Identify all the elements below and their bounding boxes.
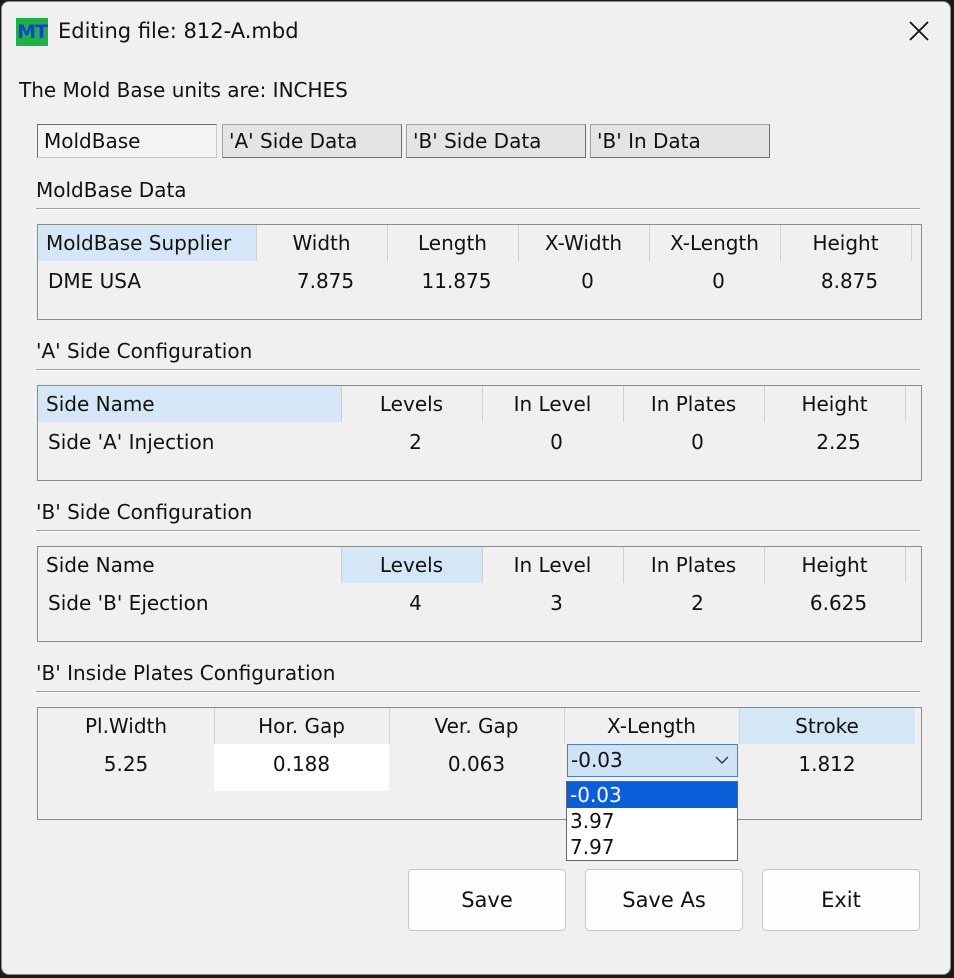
header-length[interactable]: Length: [387, 225, 518, 261]
save-as-button[interactable]: Save As: [585, 869, 743, 931]
cell-ver-gap[interactable]: 0.063: [389, 746, 564, 782]
cell-levels[interactable]: 4: [345, 585, 486, 621]
cell-stroke[interactable]: 1.812: [739, 746, 915, 782]
moldbase-section-title: MoldBase Data: [36, 178, 187, 202]
cell-supplier[interactable]: DME USA: [40, 263, 256, 299]
header-side-name[interactable]: Side Name: [38, 547, 341, 583]
column-divider: [623, 547, 624, 583]
column-divider: [780, 225, 781, 261]
dropdown-option[interactable]: 7.97: [567, 834, 737, 860]
column-divider: [739, 708, 740, 744]
moldbase-grid[interactable]: MoldBase Supplier Width Length X-Width X…: [37, 224, 922, 320]
cell-length[interactable]: 11.875: [391, 263, 522, 299]
header-x-length[interactable]: X-Length: [649, 225, 780, 261]
a-side-section-title: 'A' Side Configuration: [36, 339, 253, 363]
header-x-width[interactable]: X-Width: [518, 225, 649, 261]
cell-side-name[interactable]: Side 'B' Ejection: [40, 585, 340, 621]
column-divider: [764, 547, 765, 583]
separator: [36, 691, 920, 693]
chevron-down-icon: [715, 756, 729, 764]
dropdown-option[interactable]: -0.03: [567, 782, 737, 808]
cell-height[interactable]: 6.625: [768, 585, 909, 621]
column-divider: [387, 225, 388, 261]
cell-levels[interactable]: 2: [345, 424, 486, 460]
dropdown-option[interactable]: 3.97: [567, 808, 737, 834]
column-divider: [649, 225, 650, 261]
b-side-section-title: 'B' Side Configuration: [36, 500, 253, 524]
cell-hor-gap[interactable]: 0.188: [214, 744, 389, 791]
x-length-dropdown-list[interactable]: -0.03 3.97 7.97: [566, 781, 738, 861]
a-side-grid[interactable]: Side Name Levels In Level In Plates Heig…: [37, 385, 922, 481]
x-length-combo-value: -0.03: [571, 748, 623, 772]
separator: [36, 530, 920, 532]
column-divider: [623, 386, 624, 422]
column-divider: [905, 386, 906, 422]
header-in-level[interactable]: In Level: [482, 386, 623, 422]
exit-button[interactable]: Exit: [762, 869, 920, 931]
tab-b-side-data[interactable]: 'B' Side Data: [406, 124, 586, 158]
header-in-plates[interactable]: In Plates: [623, 547, 764, 583]
header-x-length[interactable]: X-Length: [564, 708, 739, 744]
tab-moldbase[interactable]: MoldBase: [37, 124, 217, 158]
cell-in-level[interactable]: 3: [486, 585, 627, 621]
column-divider: [764, 386, 765, 422]
header-side-name[interactable]: Side Name: [38, 386, 341, 422]
x-length-combobox[interactable]: -0.03: [567, 744, 738, 777]
column-divider: [905, 547, 906, 583]
header-levels[interactable]: Levels: [341, 386, 482, 422]
cell-x-width[interactable]: 0: [522, 263, 653, 299]
column-divider: [256, 225, 257, 261]
cell-in-plates[interactable]: 0: [627, 424, 768, 460]
column-divider: [214, 708, 215, 744]
cell-in-plates[interactable]: 2: [627, 585, 768, 621]
column-divider: [482, 547, 483, 583]
column-divider: [911, 225, 912, 261]
header-hor-gap[interactable]: Hor. Gap: [214, 708, 389, 744]
b-side-grid[interactable]: Side Name Levels In Level In Plates Heig…: [37, 546, 922, 642]
title-bar: MT Editing file: 812-A.mbd: [2, 2, 950, 60]
cell-height[interactable]: 8.875: [784, 263, 915, 299]
b-inside-grid[interactable]: Pl.Width Hor. Gap Ver. Gap X-Length Stro…: [37, 707, 922, 820]
column-divider: [341, 386, 342, 422]
cell-width[interactable]: 7.875: [260, 263, 391, 299]
header-in-level[interactable]: In Level: [482, 547, 623, 583]
close-icon: [909, 21, 929, 41]
b-inside-section-title: 'B' Inside Plates Configuration: [36, 661, 336, 685]
units-label: The Mold Base units are: INCHES: [19, 78, 348, 102]
tab-b-in-data[interactable]: 'B' In Data: [590, 124, 770, 158]
save-button[interactable]: Save: [408, 869, 566, 931]
header-stroke[interactable]: Stroke: [739, 708, 915, 744]
tab-a-side-data[interactable]: 'A' Side Data: [222, 124, 402, 158]
cell-pl-width[interactable]: 5.25: [38, 746, 214, 782]
separator: [36, 369, 920, 371]
header-ver-gap[interactable]: Ver. Gap: [389, 708, 564, 744]
header-levels[interactable]: Levels: [341, 547, 482, 583]
header-height[interactable]: Height: [764, 547, 905, 583]
column-divider: [564, 708, 565, 744]
header-height[interactable]: Height: [764, 386, 905, 422]
header-width[interactable]: Width: [256, 225, 387, 261]
header-moldbase-supplier[interactable]: MoldBase Supplier: [38, 225, 256, 261]
header-pl-width[interactable]: Pl.Width: [38, 708, 214, 744]
close-button[interactable]: [899, 14, 939, 48]
column-divider: [341, 547, 342, 583]
column-divider: [389, 708, 390, 744]
cell-side-name[interactable]: Side 'A' Injection: [40, 424, 340, 460]
cell-height[interactable]: 2.25: [768, 424, 909, 460]
window-title: Editing file: 812-A.mbd: [58, 19, 299, 43]
cell-x-length[interactable]: 0: [653, 263, 784, 299]
header-in-plates[interactable]: In Plates: [623, 386, 764, 422]
editor-window: MT Editing file: 812-A.mbd The Mold Base…: [1, 1, 951, 975]
column-divider: [482, 386, 483, 422]
column-divider: [518, 225, 519, 261]
header-height[interactable]: Height: [780, 225, 911, 261]
cell-in-level[interactable]: 0: [486, 424, 627, 460]
app-icon: MT: [16, 18, 48, 46]
separator: [36, 208, 920, 210]
